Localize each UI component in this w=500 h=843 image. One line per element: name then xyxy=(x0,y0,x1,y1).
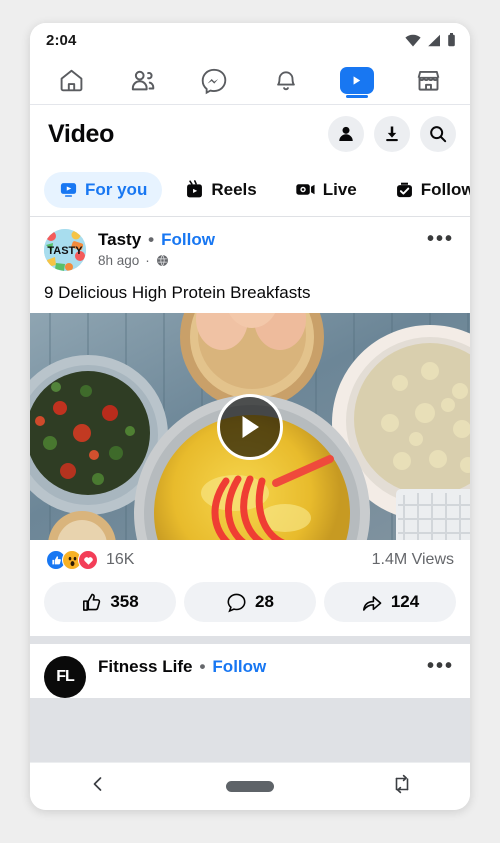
author-name[interactable]: Fitness Life xyxy=(98,657,192,677)
tab-marketplace[interactable] xyxy=(400,60,456,102)
thumbs-up-glyph-icon xyxy=(51,555,61,565)
marketplace-icon xyxy=(417,70,440,91)
home-icon xyxy=(60,69,83,92)
filter-chips[interactable]: For you Reels Live Follow xyxy=(30,163,470,217)
author-row: Fitness Life • Follow xyxy=(98,657,419,677)
page-title: Video xyxy=(48,119,115,148)
chip-following[interactable]: Follow xyxy=(380,172,470,208)
share-button[interactable]: 124 xyxy=(324,582,456,623)
tab-friends[interactable] xyxy=(115,60,171,102)
live-camera-icon xyxy=(296,184,315,195)
chip-for-you[interactable]: For you xyxy=(44,171,163,208)
chip-live[interactable]: Live xyxy=(280,172,372,208)
comment-icon xyxy=(227,593,246,613)
chip-label: Reels xyxy=(211,179,257,199)
post-title: 9 Delicious High Protein Breakfasts xyxy=(44,283,311,302)
tab-home[interactable] xyxy=(44,60,100,102)
nav-back-button[interactable] xyxy=(89,774,107,799)
reaction-summary[interactable]: 16K xyxy=(46,550,135,571)
app-tab-bar[interactable] xyxy=(30,57,470,105)
profile-button[interactable] xyxy=(328,116,364,152)
video-play-icon xyxy=(60,183,77,197)
tab-messenger[interactable] xyxy=(186,60,242,102)
reaction-row: 16K 1.4M Views xyxy=(30,540,470,576)
separator-dot: • xyxy=(199,657,206,677)
more-options-icon[interactable]: ••• xyxy=(419,656,456,676)
avatar-image: TASTY xyxy=(44,229,86,271)
chip-label: Live xyxy=(322,179,357,199)
post-card: FL Fitness Life • Follow ••• xyxy=(30,644,470,699)
share-arrow-icon xyxy=(362,595,382,611)
chip-label: Follow xyxy=(420,179,470,199)
more-options-icon[interactable]: ••• xyxy=(419,229,456,249)
view-count: 1.4M Views xyxy=(371,551,454,569)
avatar-initials: FL xyxy=(56,668,75,686)
author-name[interactable]: Tasty xyxy=(98,230,141,250)
download-icon xyxy=(386,126,398,142)
play-glyph-icon xyxy=(354,76,361,85)
chip-reels[interactable]: Reels xyxy=(170,172,271,208)
tab-video[interactable] xyxy=(329,60,385,102)
status-bar: 2:04 xyxy=(30,23,470,57)
post-header: FL Fitness Life • Follow ••• xyxy=(30,644,470,699)
post-header: TASTY Tasty • Follow 8h ago · ••• xyxy=(30,217,470,271)
friends-icon xyxy=(131,70,155,90)
post-card: TASTY Tasty • Follow 8h ago · ••• 9 Deli… xyxy=(30,217,470,637)
video-header: Video xyxy=(30,105,470,163)
reels-icon xyxy=(187,180,203,198)
post-time: 8h ago xyxy=(98,253,140,268)
rotate-screen-icon xyxy=(395,774,408,794)
android-nav-bar[interactable] xyxy=(30,762,470,810)
play-button[interactable] xyxy=(217,393,283,460)
person-icon xyxy=(339,126,353,141)
video-feed[interactable]: TASTY Tasty • Follow 8h ago · ••• 9 Deli… xyxy=(30,217,470,762)
nav-rotate-button[interactable] xyxy=(393,773,411,800)
saved-button[interactable] xyxy=(374,116,410,152)
follow-button[interactable]: Follow xyxy=(212,657,266,677)
header-buttons xyxy=(328,116,456,152)
comment-button[interactable]: 28 xyxy=(184,582,316,623)
author-row: Tasty • Follow xyxy=(98,230,419,250)
play-button-icon xyxy=(242,415,259,438)
svg-text:TASTY: TASTY xyxy=(47,245,83,257)
comment-count: 28 xyxy=(255,592,274,612)
post-subtitle: 8h ago · xyxy=(98,253,419,268)
screen: 2:04 Video For you Reels Live Follow TAS… xyxy=(0,0,500,843)
phone-frame: 2:04 Video For you Reels Live Follow TAS… xyxy=(30,23,470,810)
wifi-icon xyxy=(405,34,421,46)
post-actions: 358 28 124 xyxy=(30,576,470,636)
separator-dot: • xyxy=(148,230,155,249)
cellular-signal-icon xyxy=(428,34,440,46)
tab-notifications[interactable] xyxy=(258,60,314,102)
follow-button[interactable]: Follow xyxy=(161,230,215,250)
nav-home-pill[interactable] xyxy=(225,781,274,792)
globe-icon xyxy=(156,255,168,266)
messenger-icon xyxy=(202,68,227,94)
separator-dot: · xyxy=(145,253,150,268)
reaction-count: 16K xyxy=(106,551,135,569)
like-count: 358 xyxy=(110,592,139,612)
video-icon xyxy=(339,67,374,94)
post-meta: Tasty • Follow 8h ago · xyxy=(98,229,419,268)
status-icons xyxy=(405,33,456,47)
back-chevron-icon xyxy=(93,777,102,791)
search-icon xyxy=(430,126,447,143)
battery-icon xyxy=(448,33,455,47)
like-button[interactable]: 358 xyxy=(44,582,176,623)
status-time: 2:04 xyxy=(46,31,77,49)
love-reaction xyxy=(78,550,98,571)
thumbs-up-icon xyxy=(83,593,101,611)
active-tab-indicator xyxy=(345,94,368,98)
search-button[interactable] xyxy=(420,116,456,152)
avatar[interactable]: FL xyxy=(44,656,86,699)
bell-icon xyxy=(276,70,295,90)
chip-label: For you xyxy=(85,179,148,199)
avatar[interactable]: TASTY xyxy=(44,229,86,271)
post-meta: Fitness Life • Follow xyxy=(98,656,419,677)
share-count: 124 xyxy=(390,592,420,612)
following-icon xyxy=(396,182,412,198)
video-thumbnail[interactable] xyxy=(30,313,470,541)
heart-icon xyxy=(83,556,93,565)
